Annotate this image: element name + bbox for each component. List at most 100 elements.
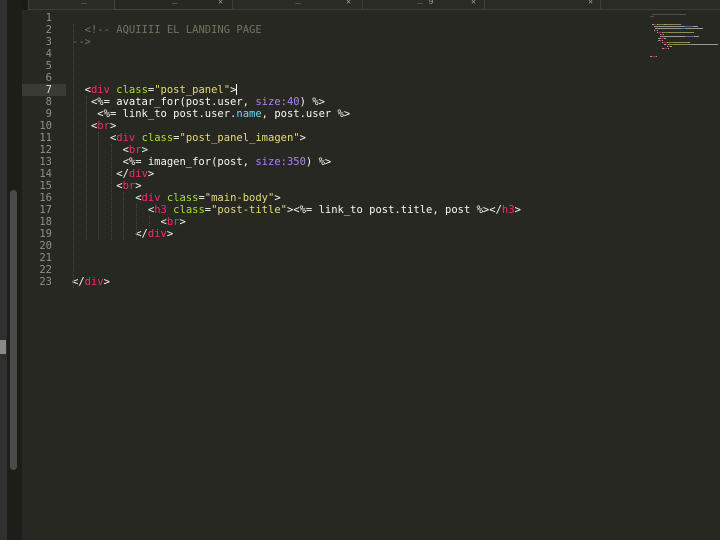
code-token-attr: class — [166, 192, 199, 204]
sidebar-toggle-handle[interactable] — [0, 340, 6, 354]
tab-label: _ — [295, 0, 301, 5]
indent-guide — [136, 204, 137, 240]
code-line[interactable]: <div class="main-body"> — [72, 192, 632, 204]
tab-4[interactable]: ✕ — [484, 0, 606, 10]
line-number: 1 — [45, 12, 52, 24]
code-line[interactable] — [72, 60, 632, 72]
tab-label: _ — [172, 0, 178, 5]
code-token-num: 40 — [286, 96, 300, 108]
tab-3[interactable]: _ g ✕ — [362, 0, 489, 10]
tab-label: _ g — [417, 0, 434, 5]
indent-guide — [123, 192, 125, 240]
minimap-stroke — [656, 56, 658, 57]
code-line[interactable]: <!-- AQUIIII EL LANDING PAGE — [72, 24, 632, 36]
close-icon[interactable]: ✕ — [588, 0, 593, 7]
indent-guide — [148, 216, 150, 228]
code-token-num: size: — [255, 156, 287, 168]
code-line[interactable]: <br> — [72, 180, 632, 192]
code-line[interactable]: </div> — [72, 276, 632, 288]
code-line[interactable]: <%= link_to post.user.name, post.user %> — [72, 108, 632, 120]
minimap-stroke — [676, 44, 691, 45]
code-token-str: "main-body" — [204, 192, 275, 204]
code-line[interactable]: <br> — [72, 216, 632, 228]
code-token-plain: > — [103, 276, 110, 288]
code-token-plain: <%= imagen_for(post, — [122, 156, 256, 168]
code-line[interactable]: </div> — [72, 228, 632, 240]
code-token-plain: <%= link_to post.user. — [97, 108, 237, 120]
code-token-tag: br — [122, 180, 136, 192]
indent-guide — [85, 96, 87, 240]
minimap-stroke — [663, 34, 665, 35]
line-number: 12 — [39, 144, 52, 156]
minimap-stroke — [688, 42, 690, 43]
line-number: 17 — [39, 204, 52, 216]
code-line[interactable] — [72, 252, 632, 264]
close-icon[interactable]: ✕ — [471, 0, 476, 7]
code-token-num: size: — [255, 96, 287, 108]
code-token-plain: > — [141, 144, 148, 156]
line-number: 3 — [45, 36, 52, 48]
code-token-plain: > — [274, 192, 281, 204]
tab-1[interactable]: _ ✕ — [114, 0, 236, 10]
line-number: 23 — [39, 276, 52, 288]
code-token-num: 350 — [286, 156, 306, 168]
code-token-tag: h3 — [154, 204, 167, 216]
sidebar-scrollbar[interactable] — [10, 190, 17, 470]
minimap-stroke — [653, 26, 685, 27]
minimap-stroke — [694, 36, 700, 37]
code-area[interactable]: <!-- AQUIIII EL LANDING PAGE --> <div cla… — [72, 12, 632, 288]
minimap-stroke — [690, 44, 718, 45]
code-token-tag: br — [166, 216, 180, 228]
code-token-attr: class — [116, 84, 148, 96]
minimap-stroke — [670, 32, 694, 33]
minimap-stroke — [680, 24, 682, 25]
code-token-plain: > — [135, 180, 142, 192]
code-token-str: "post_panel" — [154, 84, 231, 96]
line-number: 14 — [39, 168, 52, 180]
code-token-tag: div — [128, 168, 148, 180]
code-token-tag: div — [84, 276, 104, 288]
code-line[interactable]: <%= avatar_for(post.user, size:40) %> — [72, 96, 632, 108]
close-icon[interactable]: ✕ — [218, 0, 223, 7]
code-token-attr: class — [141, 132, 174, 144]
sidebar-strip — [0, 0, 7, 540]
minimap[interactable] — [648, 12, 720, 72]
line-number: 5 — [45, 60, 52, 72]
line-number: 20 — [39, 240, 52, 252]
code-line[interactable]: <div class="post_panel_imagen"> — [72, 132, 632, 144]
tab-label: _ — [81, 0, 87, 5]
code-line[interactable]: </div> — [72, 168, 632, 180]
code-line[interactable] — [72, 48, 632, 60]
code-line[interactable] — [72, 240, 632, 252]
close-icon[interactable]: ✕ — [346, 0, 351, 7]
code-token-plain: > — [299, 132, 306, 144]
minimap-stroke — [665, 24, 680, 25]
text-cursor — [236, 84, 238, 95]
code-line[interactable] — [72, 264, 632, 276]
code-line[interactable]: <div class="post_panel"> — [72, 84, 632, 96]
line-number: 9 — [45, 108, 52, 120]
minimap-stroke — [693, 26, 698, 27]
tab-5[interactable] — [600, 0, 720, 10]
code-line[interactable]: <%= imagen_for(post, size:350) %> — [72, 156, 632, 168]
line-number: 6 — [45, 72, 52, 84]
code-line[interactable]: <br> — [72, 120, 632, 132]
code-line[interactable]: <h3 class="post-title"><%= link_to post.… — [72, 204, 632, 216]
code-line[interactable]: <br> — [72, 144, 632, 156]
minimap-stroke — [657, 30, 659, 31]
code-token-plain: > — [166, 228, 174, 240]
line-number: 21 — [39, 252, 52, 264]
code-line[interactable] — [72, 72, 632, 84]
line-number: 8 — [45, 96, 52, 108]
code-token-tag: div — [116, 132, 136, 144]
tab-2[interactable]: _ ✕ — [232, 0, 364, 10]
code-line[interactable] — [72, 12, 632, 24]
code-line[interactable]: --> — [72, 36, 632, 48]
code-token-comment: --> — [72, 36, 91, 48]
minimap-stroke — [686, 28, 703, 29]
indent-guide — [73, 24, 74, 288]
minimap-stroke — [662, 40, 664, 41]
code-token-tag: br — [97, 120, 110, 132]
